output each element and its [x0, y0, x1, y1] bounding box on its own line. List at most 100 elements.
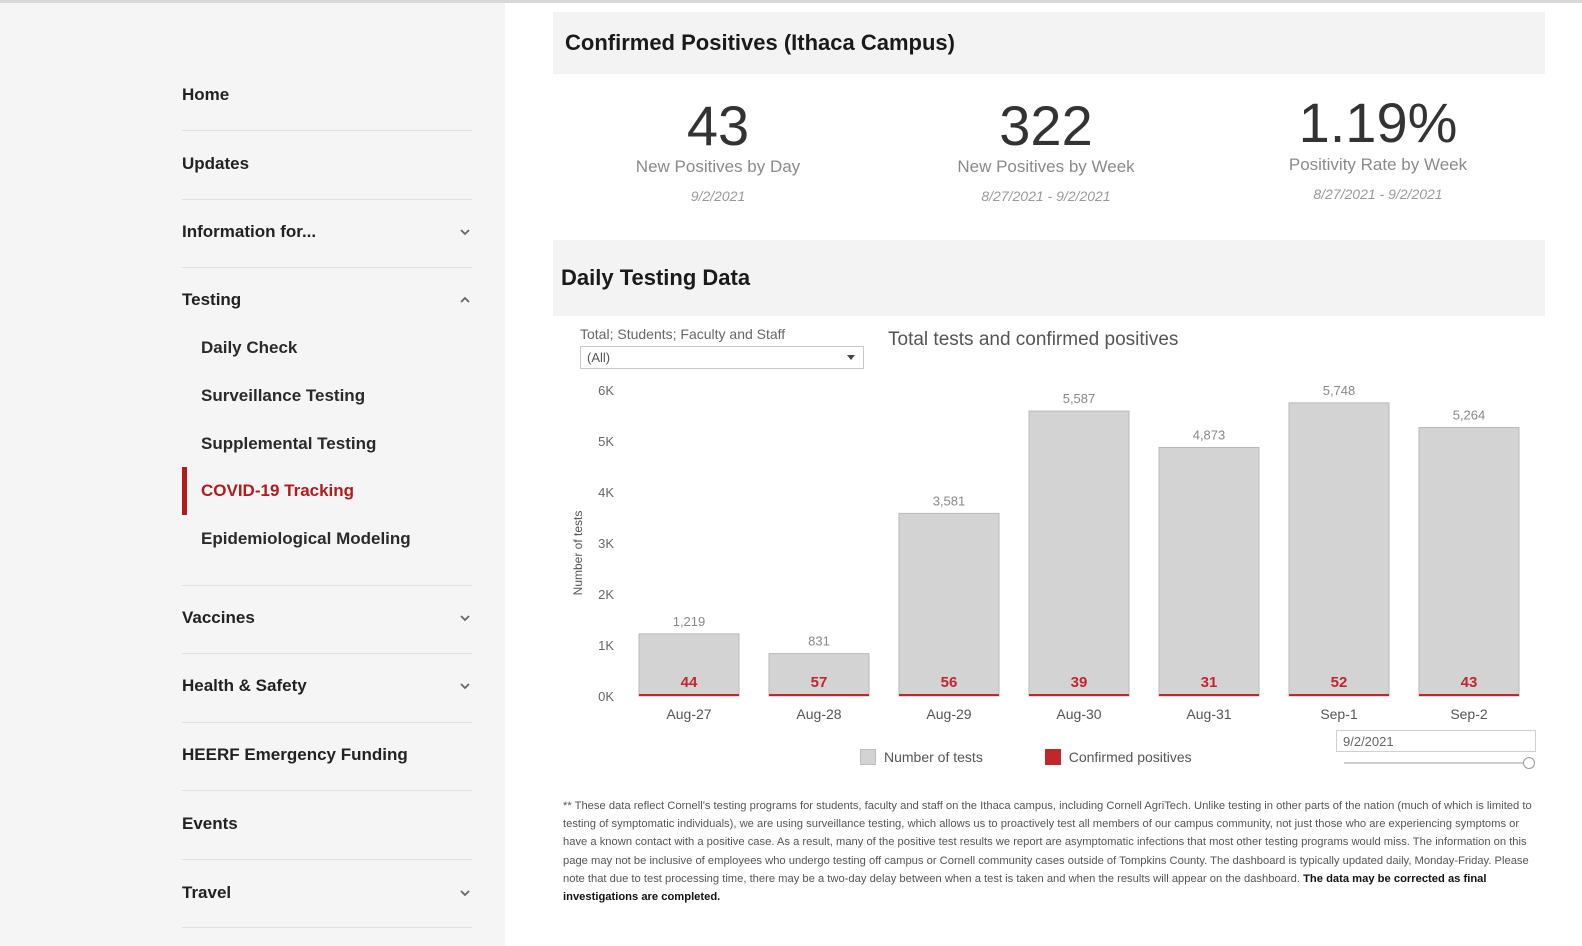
daily-tests-bar-chart: 0K 1K 2K 3K 4K 5K 6K Number of tests 1,219 44 Aug-…	[571, 383, 1520, 722]
kpi-caption: New Positives by Week	[957, 157, 1135, 176]
sidebar-item-vaccines[interactable]: Vaccines	[182, 586, 472, 654]
y-axis-label: Number of tests	[571, 511, 585, 596]
legend-item-tests[interactable]: Number of tests	[860, 749, 983, 765]
bar-value-label: 3,581	[933, 493, 966, 508]
sidebar-item-updates[interactable]: Updates	[182, 131, 472, 200]
x-tick-label: Aug-29	[926, 706, 971, 722]
y-tick-label: 1K	[598, 638, 614, 653]
sidebar-subitem-supplemental-testing[interactable]: Supplemental Testing	[201, 434, 376, 454]
y-tick-label: 6K	[598, 383, 614, 398]
positives-value-label: 52	[1331, 674, 1348, 691]
kpi-caption: Positivity Rate by Week	[1288, 155, 1468, 174]
positives-value-label: 57	[811, 674, 828, 691]
bar-tests	[1158, 446, 1260, 697]
bar-tests	[1288, 402, 1390, 697]
positives-value-label: 56	[941, 674, 958, 691]
bar-positives	[1159, 694, 1259, 696]
sidebar-item-label: HEERF Emergency Funding	[182, 745, 408, 764]
y-tick-label: 3K	[598, 536, 614, 551]
kpi-date: 8/27/2021 - 9/2/2021	[1313, 186, 1443, 202]
bar-positives	[1289, 694, 1389, 696]
kpi-value: 1.19%	[1298, 91, 1458, 154]
y-tick-label: 4K	[598, 485, 614, 500]
kpi-value: 43	[686, 94, 750, 157]
bar-positives	[1029, 694, 1129, 696]
x-tick-label: Aug-28	[796, 706, 841, 722]
kpi-new-positives-day: 43 New Positives by Day 9/2/2021	[568, 94, 868, 205]
dropdown-arrow-icon	[847, 355, 855, 360]
sidebar-item-label: Vaccines	[182, 608, 255, 627]
sidebar-item-label: Events	[182, 814, 238, 833]
date-slider-track[interactable]	[1344, 762, 1528, 764]
bar-value-label: 5,587	[1063, 391, 1096, 406]
x-tick-label: Aug-31	[1186, 706, 1231, 722]
sidebar-subitem-surveillance-testing[interactable]: Surveillance Testing	[201, 386, 365, 406]
positives-value-label: 44	[681, 674, 698, 691]
date-filter-input[interactable]: 9/2/2021	[1336, 730, 1536, 752]
y-tick-label: 5K	[598, 434, 614, 449]
active-indicator	[182, 467, 187, 515]
sidebar-item-events[interactable]: Events	[182, 791, 472, 860]
kpi-positivity-rate: 1.19% Positivity Rate by Week 8/27/2021 …	[1228, 91, 1528, 203]
kpi-date: 8/27/2021 - 9/2/2021	[981, 188, 1111, 204]
chart-title: Total tests and confirmed positives	[888, 329, 1179, 350]
kpi-date: 9/2/2021	[690, 188, 746, 204]
sidebar-item-testing[interactable]: Testing Daily Check Surveillance Testing…	[182, 268, 472, 586]
sidebar-item-heerf-emergency-funding[interactable]: HEERF Emergency Funding	[182, 723, 472, 791]
legend-item-positives[interactable]: Confirmed positives	[1044, 749, 1192, 765]
legend-label: Number of tests	[884, 749, 983, 765]
chevron-down-icon[interactable]	[458, 224, 472, 238]
sidebar-item-label: Testing	[182, 290, 242, 309]
footnote: ** These data reflect Cornell's testing …	[563, 797, 1535, 906]
sidebar-nav: Home Updates Information for... Testing …	[182, 3, 472, 928]
x-tick-label: Aug-30	[1056, 706, 1101, 722]
legend-swatch	[1044, 749, 1061, 765]
sidebar-item-label: Home	[182, 85, 230, 104]
kpi-caption: New Positives by Day	[635, 157, 801, 176]
population-filter-select[interactable]: (All)	[580, 346, 864, 369]
bar-positives	[899, 694, 999, 696]
chart-legend: Number of tests Confirmed positives	[860, 749, 1250, 768]
y-tick-label: 2K	[598, 587, 614, 602]
bar-tests	[1028, 410, 1130, 697]
legend-label: Confirmed positives	[1068, 749, 1192, 765]
sidebar-subitem-epidemiological-modeling[interactable]: Epidemiological Modeling	[201, 529, 411, 549]
bar-value-label: 5,748	[1323, 383, 1356, 398]
sidebar-item-travel[interactable]: Travel	[182, 860, 472, 928]
sidebar-item-health-safety[interactable]: Health & Safety	[182, 654, 472, 723]
bar-positives	[769, 694, 869, 696]
sidebar: Home Updates Information for... Testing …	[0, 3, 505, 946]
bar-positives	[639, 694, 739, 696]
x-tick-label: Aug-27	[666, 706, 711, 722]
sidebar-item-label: Updates	[182, 154, 250, 173]
daily-testing-header: Daily Testing Data	[553, 240, 1545, 316]
bar-tests	[1418, 427, 1520, 697]
sidebar-item-home[interactable]: Home	[182, 3, 472, 131]
date-slider-handle[interactable]	[1523, 757, 1535, 769]
confirmed-positives-header: Confirmed Positives (Ithaca Campus)	[553, 12, 1545, 74]
sidebar-item-label: Information for...	[182, 222, 317, 241]
sidebar-item-information-for[interactable]: Information for...	[182, 200, 472, 268]
x-tick-label: Sep-2	[1450, 706, 1488, 722]
kpi-value: 322	[999, 94, 1093, 157]
positives-value-label: 31	[1201, 674, 1218, 691]
sidebar-subitem-daily-check[interactable]: Daily Check	[201, 338, 297, 358]
section-title: Confirmed Positives (Ithaca Campus)	[565, 30, 955, 55]
chevron-down-icon[interactable]	[458, 678, 472, 692]
chevron-down-icon[interactable]	[458, 885, 472, 899]
bar-tests	[898, 512, 1000, 697]
legend-swatch	[860, 749, 876, 765]
x-tick-label: Sep-1	[1320, 706, 1358, 722]
filter-label: Total; Students; Faculty and Staff	[580, 326, 786, 342]
filter-value: (All)	[587, 350, 611, 365]
sidebar-item-label: Travel	[182, 883, 232, 902]
chevron-down-icon[interactable]	[458, 610, 472, 624]
chevron-up-icon[interactable]	[458, 292, 472, 306]
section-title: Daily Testing Data	[561, 265, 751, 290]
sidebar-subitem-covid-19-tracking[interactable]: COVID-19 Tracking	[201, 481, 354, 501]
sidebar-item-label: Health & Safety	[182, 676, 307, 695]
bar-value-label: 831	[808, 634, 830, 649]
kpi-new-positives-week: 322 New Positives by Week 8/27/2021 - 9/…	[896, 94, 1196, 205]
bar-positives	[1419, 694, 1519, 696]
y-tick-label: 0K	[598, 689, 614, 704]
